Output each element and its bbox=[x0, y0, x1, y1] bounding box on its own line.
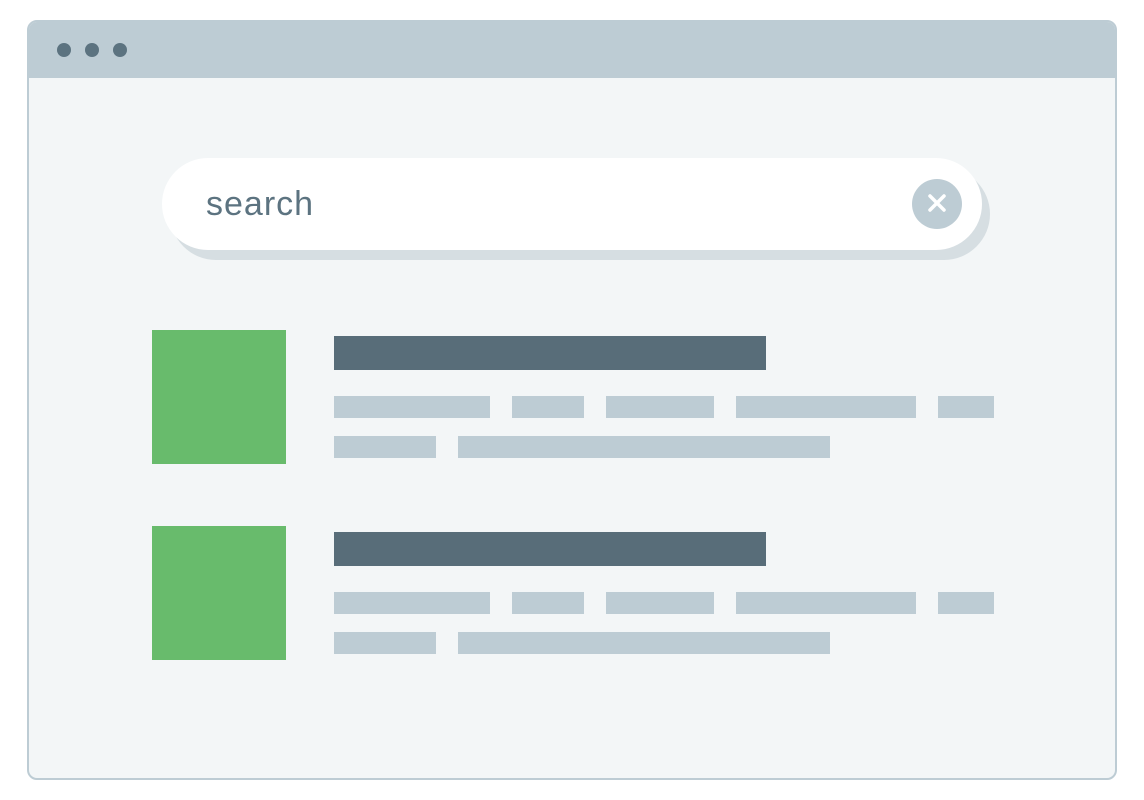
result-text-placeholder bbox=[334, 436, 436, 458]
result-text-placeholder bbox=[458, 436, 830, 458]
window-content bbox=[29, 78, 1115, 762]
result-body bbox=[334, 330, 994, 476]
result-row[interactable] bbox=[152, 330, 992, 476]
window-minimize-dot[interactable] bbox=[85, 43, 99, 57]
result-text-placeholder bbox=[334, 396, 490, 418]
result-title-placeholder bbox=[334, 336, 766, 370]
result-text-placeholder bbox=[458, 632, 830, 654]
result-text-placeholder bbox=[606, 592, 714, 614]
result-text-placeholder bbox=[334, 632, 436, 654]
result-text-placeholder bbox=[512, 396, 584, 418]
result-text-placeholder bbox=[606, 396, 714, 418]
result-text-line-row bbox=[334, 592, 994, 614]
results-list bbox=[152, 330, 992, 672]
result-thumbnail bbox=[152, 330, 286, 464]
result-text-line-row bbox=[334, 436, 994, 458]
result-title-placeholder bbox=[334, 532, 766, 566]
search-pill bbox=[162, 158, 982, 250]
result-body bbox=[334, 526, 994, 672]
result-text-line-row bbox=[334, 632, 994, 654]
app-window bbox=[27, 20, 1117, 780]
clear-search-button[interactable] bbox=[912, 179, 962, 229]
result-text-placeholder bbox=[334, 592, 490, 614]
result-text-line-row bbox=[334, 396, 994, 418]
window-title-bar bbox=[29, 22, 1115, 78]
result-text-placeholder bbox=[512, 592, 584, 614]
close-icon bbox=[925, 191, 949, 218]
result-text-placeholder bbox=[938, 396, 994, 418]
result-thumbnail bbox=[152, 526, 286, 660]
search-input[interactable] bbox=[206, 185, 912, 224]
window-zoom-dot[interactable] bbox=[113, 43, 127, 57]
result-text-placeholder bbox=[736, 396, 916, 418]
window-close-dot[interactable] bbox=[57, 43, 71, 57]
result-row[interactable] bbox=[152, 526, 992, 672]
result-text-placeholder bbox=[938, 592, 994, 614]
search-bar-container bbox=[162, 158, 982, 250]
result-text-placeholder bbox=[736, 592, 916, 614]
